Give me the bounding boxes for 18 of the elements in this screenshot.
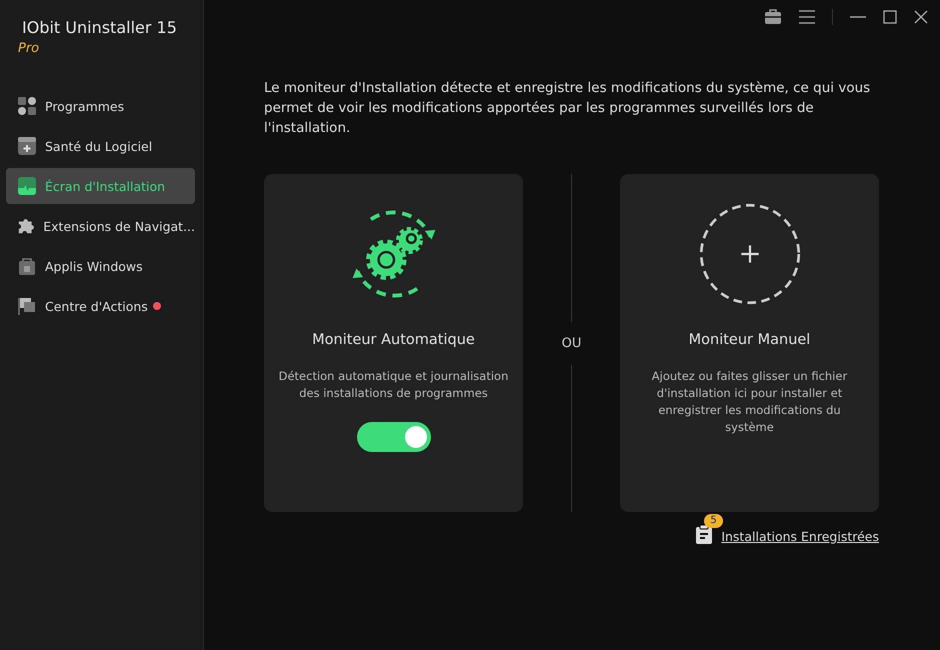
card-title: Moniteur Automatique bbox=[312, 332, 475, 348]
or-label: OU bbox=[562, 334, 582, 352]
edition-label: Pro bbox=[18, 41, 40, 56]
card-title: Moniteur Manuel bbox=[688, 332, 810, 348]
sidebar-item[interactable]: Applis Windows bbox=[6, 248, 195, 284]
sidebar-item[interactable]: Extensions de Navigat... bbox=[6, 208, 195, 244]
sidebar-item[interactable]: Programmes bbox=[6, 88, 195, 124]
monitor-card[interactable]: Moniteur Manuel Ajoutez ou faites glisser un fichier d'installation ici pour installer et enregistrer les modifications du système bbox=[620, 174, 879, 512]
card-description: Détection automatique et journalisation des installations de programmes bbox=[278, 368, 509, 402]
sidebar-item[interactable]: Santé du Logiciel bbox=[6, 128, 195, 164]
sidebar-item[interactable]: Centre d'Actions bbox=[6, 288, 195, 324]
card-description: Ajoutez ou faites glisser un fichier d'installation ici pour installer et enregistrer les modifications du système bbox=[650, 368, 848, 436]
records-link[interactable]: Installations Enregistrées bbox=[721, 529, 879, 544]
app-title: IObit Uninstaller 15 bbox=[22, 18, 178, 37]
sidebar-item[interactable]: Écran d'Installation bbox=[6, 168, 195, 204]
count-badge: 5 bbox=[704, 514, 723, 528]
intro-text: Le moniteur d'Installation détecte et enregistre les modifications du système, ce qui vous permet de voir les modifications apportées par les programmes surveillés lors de l'installation. bbox=[264, 79, 872, 138]
monitor-card[interactable]: Moniteur Automatique Détection automatique et journalisation des installations de programmes bbox=[264, 174, 523, 512]
